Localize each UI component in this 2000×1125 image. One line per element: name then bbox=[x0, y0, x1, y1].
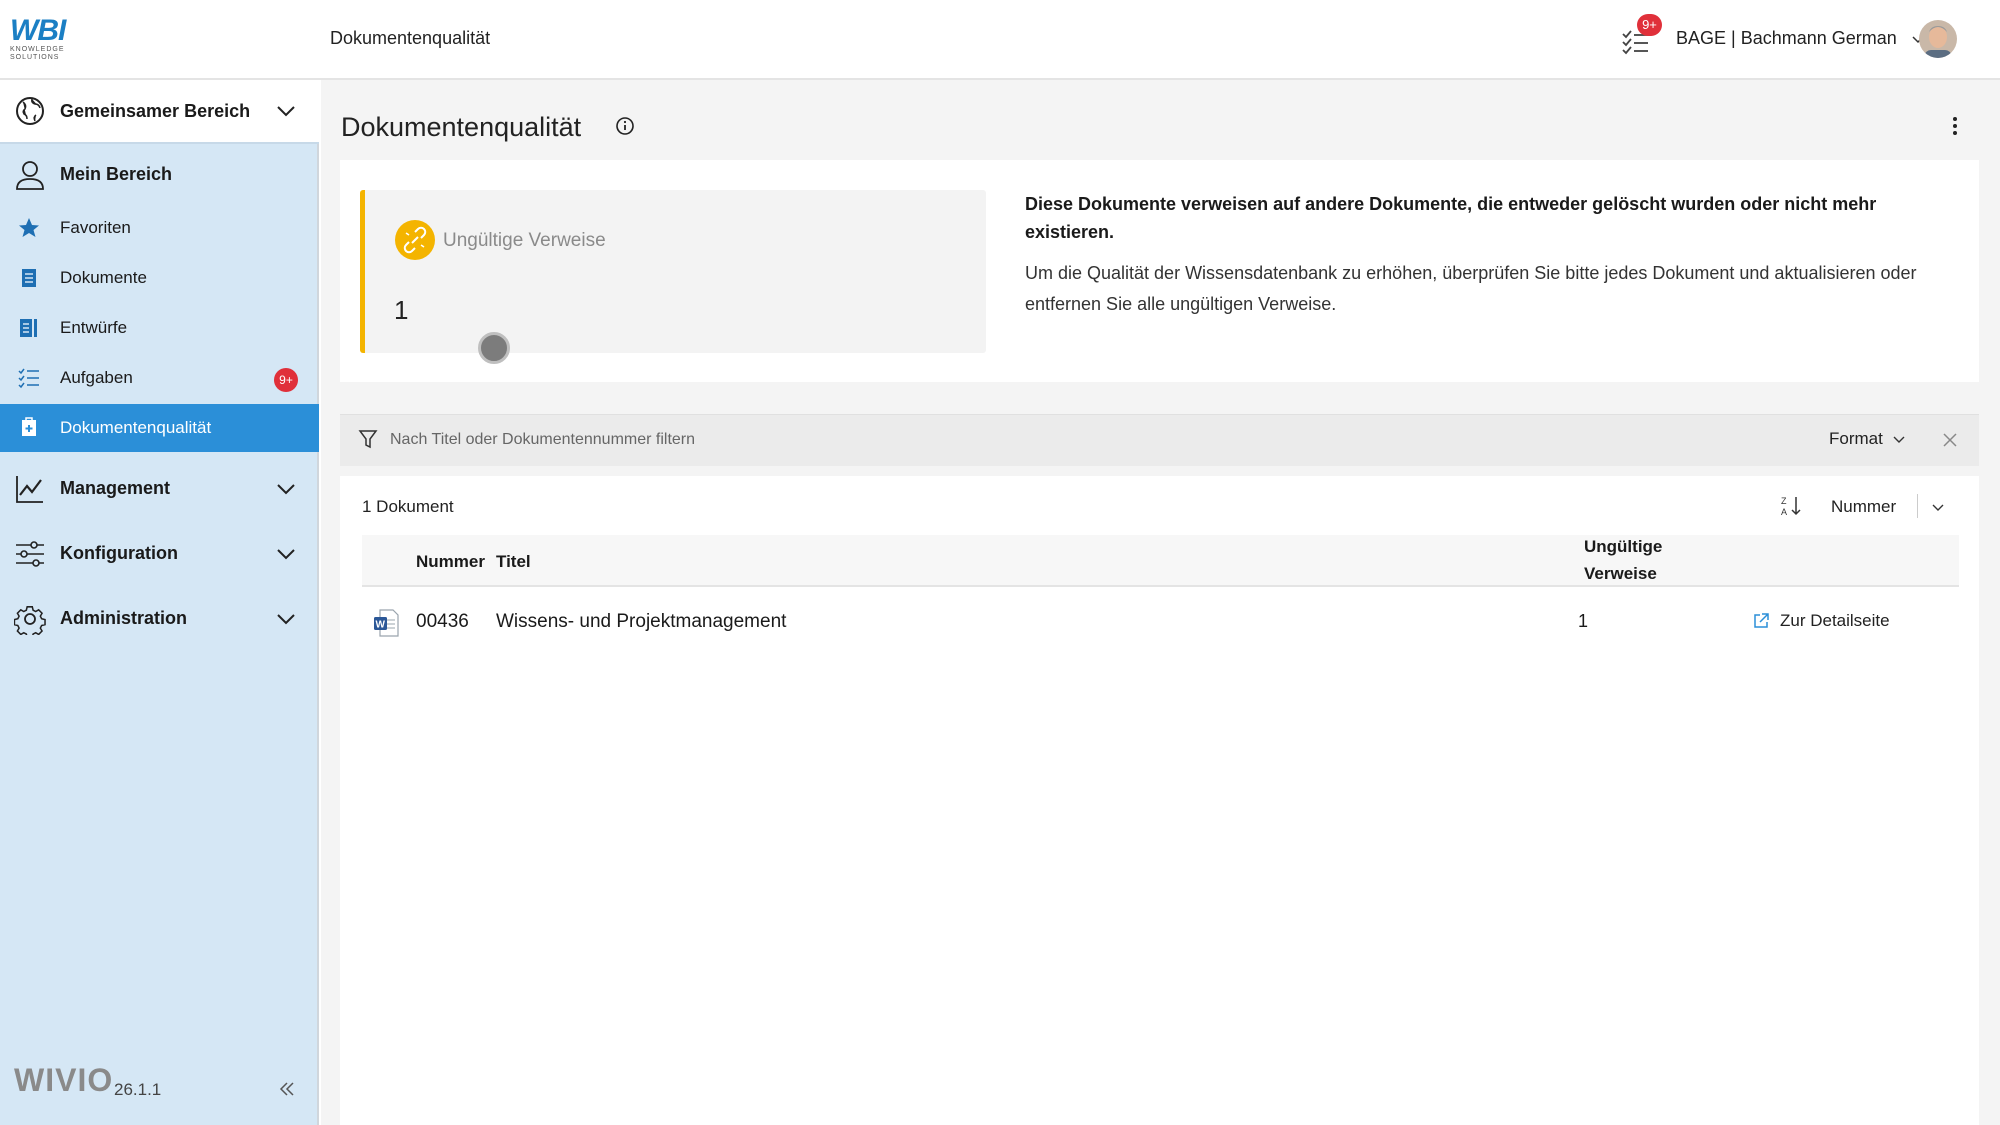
row-invalid-refs: 1 bbox=[1578, 611, 1589, 631]
sidebar-item-label: Dokumente bbox=[60, 268, 147, 287]
sort-separator bbox=[1917, 494, 1918, 518]
sliders-icon bbox=[16, 541, 44, 567]
description-heading: Diese Dokumente verweisen auf andere Dok… bbox=[1025, 194, 1877, 242]
external-link-icon bbox=[1754, 613, 1769, 628]
tasks-badge: 9+ bbox=[274, 368, 298, 392]
sidebar-section-label: Administration bbox=[60, 607, 188, 628]
chart-line-icon bbox=[16, 476, 43, 503]
info-icon[interactable] bbox=[615, 116, 635, 136]
chevron-down-icon bbox=[277, 549, 295, 560]
wivio-brand: WIVIO 26.1.1 bbox=[14, 1062, 174, 1112]
chevron-down-icon bbox=[277, 614, 295, 625]
drafts-icon bbox=[20, 319, 37, 337]
gear-icon bbox=[14, 606, 46, 635]
sort-field-dropdown[interactable]: Nummer bbox=[1831, 497, 1896, 517]
sidebar-section-my-area[interactable]: Mein Bereich bbox=[0, 144, 319, 204]
sort-icon[interactable]: Z A bbox=[1780, 494, 1802, 518]
more-options-icon[interactable] bbox=[1945, 114, 1965, 138]
sidebar-item-drafts[interactable]: Entwürfe bbox=[0, 304, 319, 352]
chevron-down-icon bbox=[277, 484, 295, 495]
sidebar-section-label: Konfiguration bbox=[60, 542, 178, 563]
column-header-title[interactable]: Titel bbox=[496, 552, 531, 572]
user-icon bbox=[16, 161, 44, 190]
tasks-badge: 9+ bbox=[1637, 14, 1662, 36]
globe-icon bbox=[16, 97, 44, 125]
sidebar-item-document-quality[interactable]: Dokumentenqualität bbox=[0, 404, 319, 452]
sidebar-item-documents[interactable]: Dokumente bbox=[0, 254, 319, 302]
document-count: 1 Dokument bbox=[362, 497, 454, 516]
document-icon bbox=[22, 269, 36, 287]
star-icon bbox=[19, 218, 39, 237]
word-document-icon: W bbox=[374, 609, 399, 637]
wbi-logo[interactable]: WBI KNOWLEDGE SOLUTIONS bbox=[10, 16, 80, 64]
logo-subtitle-1: KNOWLEDGE bbox=[10, 46, 65, 53]
column-header-invalid-refs-1[interactable]: Ungültige bbox=[1584, 537, 1662, 557]
description-text: Um die Qualität der Wissensdatenbank zu … bbox=[1025, 263, 1917, 314]
kpi-label: Ungültige Verweise bbox=[443, 230, 606, 251]
svg-text:Z: Z bbox=[1781, 496, 1787, 506]
sidebar-section-configuration[interactable]: Konfiguration bbox=[0, 523, 319, 583]
page-title: Dokumentenqualität bbox=[341, 112, 582, 142]
svg-text:W: W bbox=[376, 620, 386, 631]
broken-link-icon bbox=[395, 220, 435, 260]
kpi-card-invalid-references[interactable] bbox=[360, 190, 986, 353]
tasks-icon bbox=[18, 368, 39, 389]
filter-icon bbox=[358, 430, 378, 449]
sidebar-section-administration[interactable]: Administration bbox=[0, 588, 319, 648]
kpi-value: 1 bbox=[394, 295, 409, 325]
filter-input[interactable] bbox=[390, 426, 1090, 454]
close-icon[interactable] bbox=[1942, 432, 1958, 448]
format-label: Format bbox=[1829, 429, 1883, 448]
detail-link-label: Zur Detailseite bbox=[1780, 611, 1890, 630]
sidebar-section-shared[interactable]: Gemeinsamer Bereich bbox=[0, 80, 319, 142]
chevron-down-icon[interactable] bbox=[1931, 500, 1945, 514]
sidebar-item-favorites[interactable]: Favoriten bbox=[0, 204, 319, 252]
format-dropdown[interactable]: Format bbox=[1829, 429, 1905, 449]
logo-subtitle-2: SOLUTIONS bbox=[10, 54, 60, 61]
sidebar-section-management[interactable]: Management bbox=[0, 458, 319, 518]
sidebar-item-tasks[interactable]: Aufgaben 9+ bbox=[0, 354, 319, 402]
collapse-sidebar-icon[interactable] bbox=[278, 1080, 296, 1098]
table-header bbox=[362, 535, 1959, 587]
user-menu[interactable]: BAGE | Bachmann German bbox=[1676, 28, 1925, 49]
sidebar-item-label: Entwürfe bbox=[60, 318, 128, 337]
app-version: 26.1.1 bbox=[114, 1080, 162, 1099]
detail-page-link[interactable]: Zur Detailseite bbox=[1752, 611, 1890, 631]
svg-text:A: A bbox=[1781, 507, 1787, 517]
row-number: 00436 bbox=[416, 611, 469, 632]
sidebar-item-label: Favoriten bbox=[60, 218, 131, 237]
column-header-invalid-refs-2: Verweise bbox=[1584, 564, 1657, 583]
sidebar: Gemeinsamer Bereich Mein Bereich Favorit… bbox=[0, 80, 319, 1125]
avatar[interactable] bbox=[1919, 20, 1957, 58]
wivio-logo: WIVIO bbox=[14, 1062, 114, 1098]
quality-icon bbox=[22, 417, 36, 436]
logo-wordmark: WBI bbox=[10, 14, 66, 47]
sidebar-item-label: Aufgaben bbox=[60, 368, 133, 387]
sidebar-section-label: Gemeinsamer Bereich bbox=[60, 100, 251, 121]
sidebar-section-label: Management bbox=[60, 477, 171, 498]
column-header-number[interactable]: Nummer bbox=[416, 552, 485, 572]
row-title[interactable]: Wissens- und Projektmanagement bbox=[496, 611, 786, 633]
chevron-down-icon bbox=[1893, 436, 1905, 443]
sidebar-section-label: Mein Bereich bbox=[60, 163, 173, 184]
top-header: WBI KNOWLEDGE SOLUTIONS Dokumentenqualit… bbox=[0, 0, 2000, 80]
chevron-down-icon bbox=[277, 106, 295, 117]
header-page-title: Dokumentenqualität bbox=[330, 28, 491, 48]
sidebar-item-label: Dokumentenqualität bbox=[60, 418, 212, 437]
cursor-indicator bbox=[478, 332, 510, 364]
avatar-image bbox=[1919, 20, 1957, 58]
user-name: BAGE | Bachmann German bbox=[1676, 28, 1897, 48]
